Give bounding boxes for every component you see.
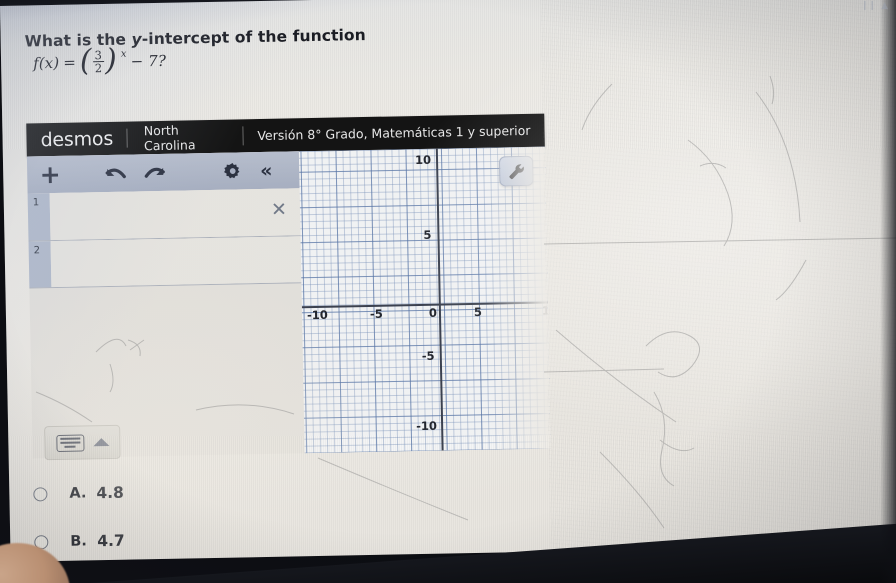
y-tick-neg10: -10: [416, 418, 438, 434]
choice-a-value: 4.8: [96, 483, 125, 503]
x-tick-5: 5: [473, 304, 483, 319]
expression-row[interactable]: 2: [28, 236, 302, 289]
graph-canvas[interactable]: 10 5 -5 -10 -10 -5 0 5 10: [298, 146, 551, 454]
formula-tail: − 7?: [130, 51, 167, 71]
choice-b-letter: B.: [70, 533, 88, 550]
grid-major-lines: [298, 146, 551, 454]
y-tick-5: 5: [423, 227, 432, 242]
question-text: What is the y-intercept of the function …: [25, 24, 456, 78]
fraction-denominator: 2: [94, 61, 103, 76]
expression-input[interactable]: ✕: [49, 188, 301, 241]
device-bezel-right: [880, 0, 896, 583]
desmos-version-label: Versión 8° Grado, Matemáticas 1 y superi…: [257, 122, 531, 144]
formula-equals: =: [63, 53, 77, 72]
radio-button-a[interactable]: [33, 487, 48, 502]
formula-fraction-group: ( 3 2 ): [80, 42, 118, 78]
fraction: 3 2: [91, 48, 105, 76]
redo-glyph: [144, 167, 165, 178]
screen-content: What is the y-intercept of the function …: [0, 0, 896, 566]
undo-glyph: [105, 168, 126, 178]
signal-icon: ▲: [881, 1, 888, 11]
keyboard-icon: [55, 433, 85, 452]
pause-icon: ❙❙: [860, 1, 877, 11]
choice-a[interactable]: A. 4.8: [33, 477, 363, 505]
formula-fn: f(x): [32, 53, 60, 72]
x-tick-0: 0: [428, 305, 438, 320]
expression-row[interactable]: 1 ✕: [27, 188, 301, 242]
gear-icon[interactable]: [215, 152, 250, 190]
redo-icon[interactable]: [135, 154, 176, 192]
desmos-logo: desmos: [40, 127, 114, 151]
expression-toolbar: + «: [26, 151, 300, 194]
row-number: 2: [28, 241, 52, 288]
collapse-panel-button[interactable]: «: [249, 152, 284, 190]
y-tick-10: 10: [414, 152, 432, 168]
x-tick-neg5: -5: [369, 306, 383, 321]
expression-list: 1 ✕ 2: [27, 188, 302, 289]
expression-input[interactable]: [50, 236, 302, 288]
expression-panel: + « 1 ✕ 2: [26, 151, 305, 459]
question-mid: -intercept of the function: [141, 25, 367, 49]
keyboard-toggle-button[interactable]: [44, 424, 121, 461]
undo-icon[interactable]: [95, 154, 136, 192]
answer-choices: A. 4.8 B. 4.7: [33, 477, 365, 579]
desmos-state-label: North Carolina: [143, 122, 196, 153]
status-bar: ❙❙ ▲: [861, 2, 888, 11]
wrench-icon: [508, 163, 524, 179]
choice-b[interactable]: B. 4.7: [34, 525, 364, 553]
photo-of-screen: What is the y-intercept of the function …: [0, 0, 896, 583]
x-tick-10: 10: [541, 303, 551, 318]
choice-a-letter: A.: [69, 485, 87, 502]
y-tick-neg5: -5: [421, 348, 435, 363]
x-tick-neg10: -10: [306, 307, 328, 323]
close-icon[interactable]: ✕: [271, 199, 287, 221]
add-expression-button[interactable]: +: [27, 156, 74, 194]
formula-exponent: x: [120, 48, 127, 60]
choice-b-value: 4.7: [97, 531, 125, 551]
screen-surface: What is the y-intercept of the function …: [0, 0, 896, 562]
desmos-calculator[interactable]: desmos North Carolina Versión 8° Grado, …: [26, 113, 551, 461]
chevron-up-icon: [92, 437, 109, 447]
question-variable-y: y: [131, 30, 142, 49]
row-number: 1: [27, 193, 51, 241]
gear-glyph: [223, 162, 239, 179]
graph-settings-button[interactable]: [498, 155, 534, 187]
function-formula: f(x) = ( 3 2 ) x − 7?: [32, 42, 167, 78]
